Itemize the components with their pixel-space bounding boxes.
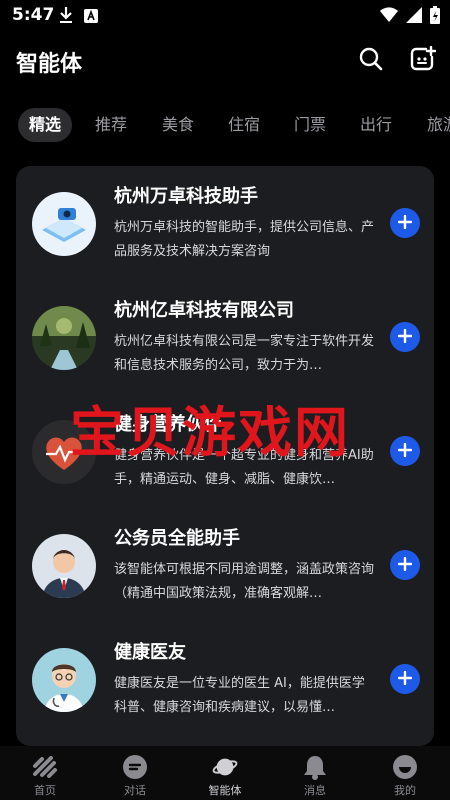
agent-title: 健康医友: [114, 642, 186, 663]
create-agent-button[interactable]: [406, 44, 440, 78]
plus-icon: [397, 670, 413, 689]
download-icon: [58, 6, 74, 28]
nav-chat[interactable]: 对话: [100, 750, 170, 800]
add-agent-button[interactable]: [390, 436, 420, 466]
list-item[interactable]: 健康医友 健康医友是一位专业的医生 AI，能提供医学科普、健康咨询和疾病建议，以…: [16, 622, 434, 736]
signal-icon: [406, 7, 422, 27]
wifi-icon: [380, 7, 398, 27]
nav-label: 对话: [124, 784, 146, 797]
tab-recommended[interactable]: 推荐: [88, 108, 134, 142]
bottom-nav: 首页 对话 智能体 消息 我的: [0, 746, 450, 800]
planet-icon: [212, 754, 238, 780]
agent-description: 该智能体可根据不同用途调整，涵盖政策咨询（精通中国政策法规，准确客观解…: [114, 562, 375, 601]
tab-tourism[interactable]: 旅游: [420, 108, 450, 142]
agent-description: 健康医友是一位专业的医生 AI，能提供医学科普、健康咨询和疾病建议，以易懂…: [114, 676, 365, 715]
agent-title: 公务员全能助手: [114, 528, 240, 549]
list-item[interactable]: 杭州万卓科技助手 杭州万卓科技的智能助手，提供公司信息、产品服务及技术解决方案咨…: [16, 166, 434, 280]
add-agent-button[interactable]: [390, 664, 420, 694]
status-bar: 5:47: [0, 0, 450, 32]
nav-label: 智能体: [208, 784, 242, 797]
tab-tickets[interactable]: 门票: [287, 108, 333, 142]
doctor-avatar: [32, 648, 96, 712]
add-bot-icon: [410, 45, 437, 76]
tab-featured[interactable]: 精选: [18, 108, 72, 142]
plus-icon: [397, 328, 413, 347]
category-tabs: 精选 推荐 美食 住宿 门票 出行 旅游: [0, 108, 450, 144]
app-notification-icon: [84, 8, 98, 27]
tab-travel-transport[interactable]: 出行: [353, 108, 399, 142]
profile-face-icon: [392, 754, 418, 780]
tech-device-avatar: [32, 192, 96, 256]
agent-description: 杭州万卓科技的智能助手，提供公司信息、产品服务及技术解决方案咨询: [114, 220, 375, 259]
plus-icon: [397, 442, 413, 461]
page-title: 智能体: [16, 52, 83, 77]
agent-title: 杭州万卓科技助手: [114, 186, 258, 207]
status-time: 5:47: [12, 5, 55, 25]
nav-agents[interactable]: 智能体: [190, 750, 260, 800]
add-agent-button[interactable]: [390, 208, 420, 238]
tab-food[interactable]: 美食: [155, 108, 201, 142]
official-person-avatar: [32, 534, 96, 598]
forest-stream-avatar: [32, 306, 96, 370]
agent-title: 杭州亿卓科技有限公司: [114, 300, 294, 321]
add-agent-button[interactable]: [390, 550, 420, 580]
nav-label: 消息: [304, 784, 326, 797]
nav-label: 我的: [394, 784, 416, 797]
list-item[interactable]: 公务员全能助手 该智能体可根据不同用途调整，涵盖政策咨询（精通中国政策法规，准确…: [16, 508, 434, 622]
home-icon: [32, 754, 58, 780]
plus-icon: [397, 214, 413, 233]
search-button[interactable]: [354, 44, 388, 78]
chat-icon: [122, 754, 148, 780]
watermark-text: 宝贝游戏网: [70, 400, 350, 464]
agent-description: 杭州亿卓科技有限公司是一家专注于软件开发和信息技术服务的公司，致力于为…: [114, 334, 375, 373]
header: 智能体: [0, 36, 450, 86]
nav-profile[interactable]: 我的: [370, 750, 440, 800]
search-icon: [359, 47, 383, 75]
plus-icon: [397, 556, 413, 575]
nav-home[interactable]: 首页: [10, 750, 80, 800]
nav-messages[interactable]: 消息: [280, 750, 350, 800]
add-agent-button[interactable]: [390, 322, 420, 352]
battery-icon: [430, 6, 440, 28]
nav-label: 首页: [34, 784, 56, 797]
tab-lodging[interactable]: 住宿: [221, 108, 267, 142]
list-item[interactable]: 杭州亿卓科技有限公司 杭州亿卓科技有限公司是一家专注于软件开发和信息技术服务的公…: [16, 280, 434, 394]
bell-icon: [302, 754, 328, 780]
